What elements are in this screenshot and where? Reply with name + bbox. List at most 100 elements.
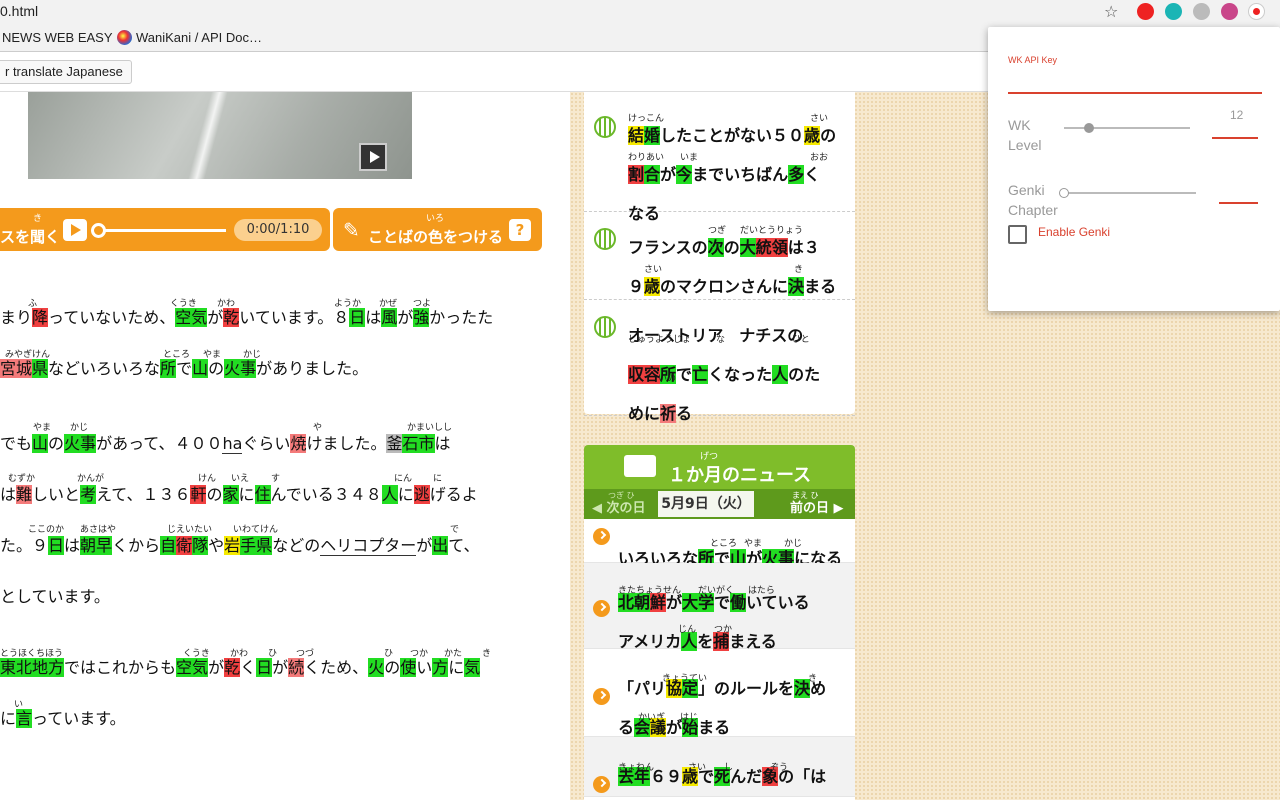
article-line: 東北地方ではこれからも空気が乾く日が続くため、火の使い方に気 (0, 658, 481, 677)
article-text: くため、 (304, 658, 369, 677)
wanikani-extension-icon[interactable] (1248, 3, 1265, 20)
month-news-item[interactable]: 「パリ協定」のルールを決め る会議が始まる きょうてい きかいぎ はじ (584, 649, 855, 737)
vocab-word: 日 (349, 308, 366, 327)
globe-icon (594, 316, 616, 338)
wanikani-favicon-icon (117, 30, 132, 45)
vocab-word: 大 (682, 593, 699, 612)
calendar-icon (624, 455, 656, 477)
vocab-word: 気 (192, 658, 209, 677)
vocab-word: 決 (788, 277, 805, 296)
colorful-extension-icon[interactable] (1221, 3, 1238, 20)
word-color-button[interactable]: いろ ✎ ことばの色をつける ? (333, 208, 542, 251)
drive-extension-icon[interactable] (1193, 3, 1210, 20)
bookmark-wanikani-api[interactable]: WaniKani / API Doc… (136, 30, 262, 45)
ruby-text: だいがく (698, 586, 735, 596)
news-text: の (820, 126, 837, 145)
month-news-item[interactable]: 去年６９歳で死んだ象の「は きょねん さいしぞう (584, 737, 855, 797)
ruby-text: かんが (77, 474, 105, 484)
article-text: でも (0, 434, 33, 453)
ruby-text: かじ (70, 423, 89, 433)
news-item[interactable]: オーストリア ナチスの 収容所で亡くなった人のた めに祈る しゅうようじょなひと いの (584, 300, 855, 423)
article-text: の (384, 658, 401, 677)
bookmark-star-icon[interactable]: ☆ (1104, 2, 1118, 21)
ruby-text: ひ (384, 649, 394, 659)
vocab-word: 火事 (224, 359, 257, 378)
ruby-text: ここのか (28, 525, 65, 535)
genki-chapter-slider[interactable] (1064, 192, 1196, 194)
genki-chapter-label: Genki Chapter (1008, 182, 1058, 218)
vocab-word: 歳 (804, 126, 821, 145)
month-news-item[interactable]: 北朝鮮が大学で働いている アメリカ人を捕まえる きたちょうせん だいがく はたら じん つか (584, 563, 855, 651)
word-color-label: ことばの色をつける (368, 228, 504, 246)
address-bar[interactable]: 0.html (0, 3, 38, 19)
ruby-text: くうき (170, 299, 197, 309)
arrow-right-icon (593, 688, 610, 705)
ruby-text: かじ (243, 350, 262, 360)
article-text: や (208, 536, 225, 555)
article-line: まり降っていないため、空気が乾いています。８日は風が強かったた (0, 308, 493, 327)
vocab-word: 火事 (64, 434, 97, 453)
next-day-button[interactable]: 前の日 ▶ (790, 497, 844, 516)
article-text: く (240, 658, 257, 677)
wk-level-label: WK Level (1008, 117, 1042, 153)
prev-day-label: 次の日 (606, 501, 646, 516)
vocab-word: 乾 (223, 308, 240, 327)
ruby-text: つよ (413, 299, 432, 309)
vocab-word: 歳 (644, 277, 661, 296)
vocab-word: 合 (644, 165, 661, 184)
help-icon[interactable]: ? (509, 219, 531, 241)
enable-genki-checkbox[interactable] (1008, 225, 1027, 244)
m-extension-icon[interactable] (1165, 3, 1182, 20)
news-text: したことがない５０ (660, 126, 805, 145)
vocab-word: 乾 (224, 658, 241, 677)
ruby-text: ぞう (770, 763, 789, 773)
article-text: は (434, 434, 451, 453)
opera-extension-icon[interactable] (1137, 3, 1154, 20)
video-frame-image (178, 92, 238, 179)
news-text: る (618, 718, 635, 737)
ruby-text: いの (658, 374, 677, 384)
audio-play-icon[interactable] (63, 219, 87, 241)
wk-level-field[interactable] (1212, 137, 1258, 139)
audio-progress-track[interactable] (96, 229, 226, 232)
wk-level-slider-knob[interactable] (1084, 123, 1095, 133)
news-text: く (804, 165, 821, 184)
genki-chapter-slider-knob[interactable] (1059, 188, 1069, 198)
ruby-text: いえ (231, 474, 250, 484)
article-line: に言っています。 (0, 709, 126, 728)
genki-chapter-field[interactable] (1219, 202, 1258, 204)
ruby-text: いろ (426, 214, 445, 224)
ruby-text: つぎ (708, 226, 727, 236)
bookmark-news-web-easy[interactable]: NEWS WEB EASY (2, 30, 113, 45)
ruby-text: ところ (163, 350, 191, 360)
article-text: くから (112, 536, 161, 555)
vocab-word: 山 (32, 434, 49, 453)
vocab-word: 多 (788, 165, 805, 184)
audio-progress-knob[interactable] (91, 223, 106, 238)
video-play-icon[interactable] (359, 143, 387, 171)
article-text: は (0, 485, 17, 504)
article-text: の (206, 485, 223, 504)
ruby-text: とうほくちほう (0, 649, 64, 659)
news-item[interactable]: フランスの次の大統領は３ ９歳のマクロンさんに決まる つぎ だいとうりょう さい き (584, 212, 855, 300)
vocab-word: 割 (628, 165, 645, 184)
ruby-text: さい (810, 114, 829, 124)
news-text: で (676, 365, 693, 384)
enable-genki-label: Enable Genki (1038, 225, 1111, 239)
month-news-item[interactable]: いろいろな所で山が火事になる ところ やま かじ (584, 519, 855, 568)
vocab-word: 気 (464, 658, 481, 677)
vocab-word: 釜 (386, 434, 403, 453)
wk-level-slider[interactable] (1064, 127, 1190, 129)
ruby-text: し (724, 763, 734, 773)
article-line: は難しいと考えて、１３６軒の家に住んでいる３４８人に逃げるよ (0, 485, 478, 504)
vocab-word: ヘリコプター (320, 536, 417, 556)
video-player[interactable] (28, 92, 412, 179)
article-text: があって、４００ (96, 434, 223, 453)
ruby-text: はじ (680, 713, 699, 723)
api-key-input[interactable] (1008, 92, 1262, 94)
vocab-word: 日 (48, 536, 65, 555)
prev-day-button[interactable]: ◀ 次の日 (592, 497, 646, 516)
article-line: としています。 (0, 589, 110, 605)
news-item[interactable]: 結婚したことがない５０歳の 割合が今までいちばん多く なる けっこん さい わりあい いまお… (584, 100, 855, 223)
translate-button[interactable]: r translate Japanese (0, 60, 132, 84)
